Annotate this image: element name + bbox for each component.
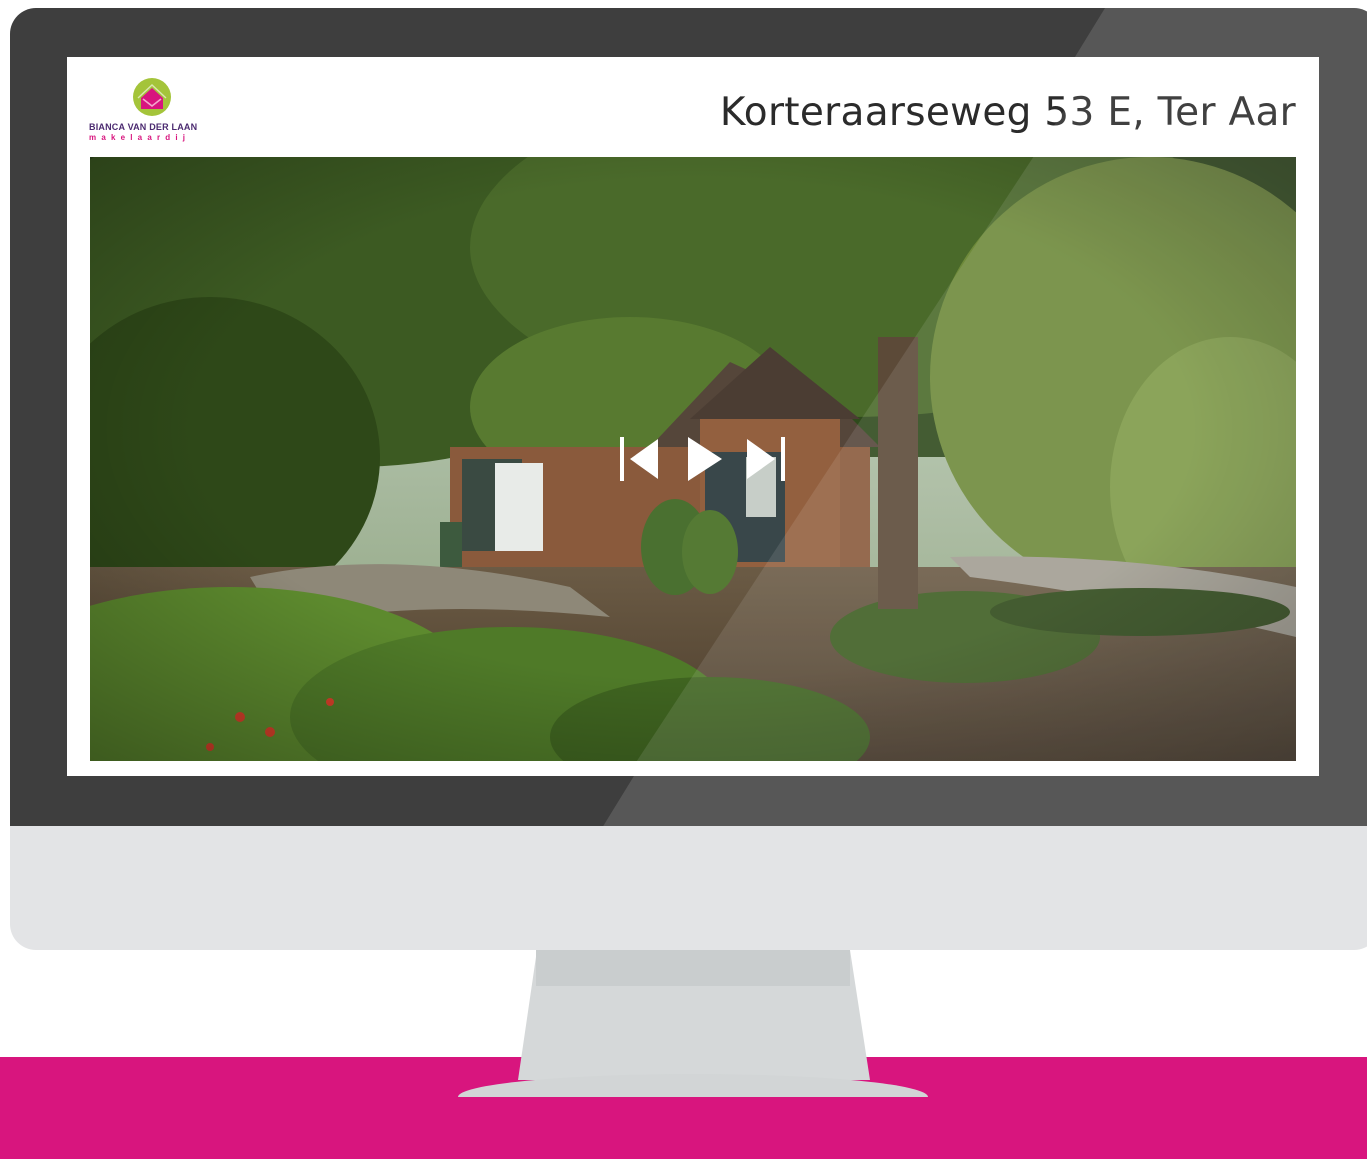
skip-forward-icon [747,437,785,481]
photo-slideshow[interactable] [90,157,1296,761]
slideshow-controls [618,435,788,483]
play-icon [688,437,722,481]
brand-logo[interactable]: BIANCA VAN DER LAAN makelaardij [89,77,219,147]
skip-back-icon [620,437,658,481]
monitor-screen: BIANCA VAN DER LAAN makelaardij Korteraa… [67,57,1319,776]
brand-tagline: makelaardij [89,133,191,142]
previous-slide-button[interactable] [618,435,662,483]
monitor-chin [10,826,1367,950]
monitor-stand-shadow [536,950,850,986]
play-button[interactable] [684,435,724,483]
brand-name: BIANCA VAN DER LAAN [89,122,198,132]
house-logo-icon [133,78,171,116]
page-title: Korteraarseweg 53 E, Ter Aar [719,90,1296,135]
next-slide-button[interactable] [743,435,787,483]
